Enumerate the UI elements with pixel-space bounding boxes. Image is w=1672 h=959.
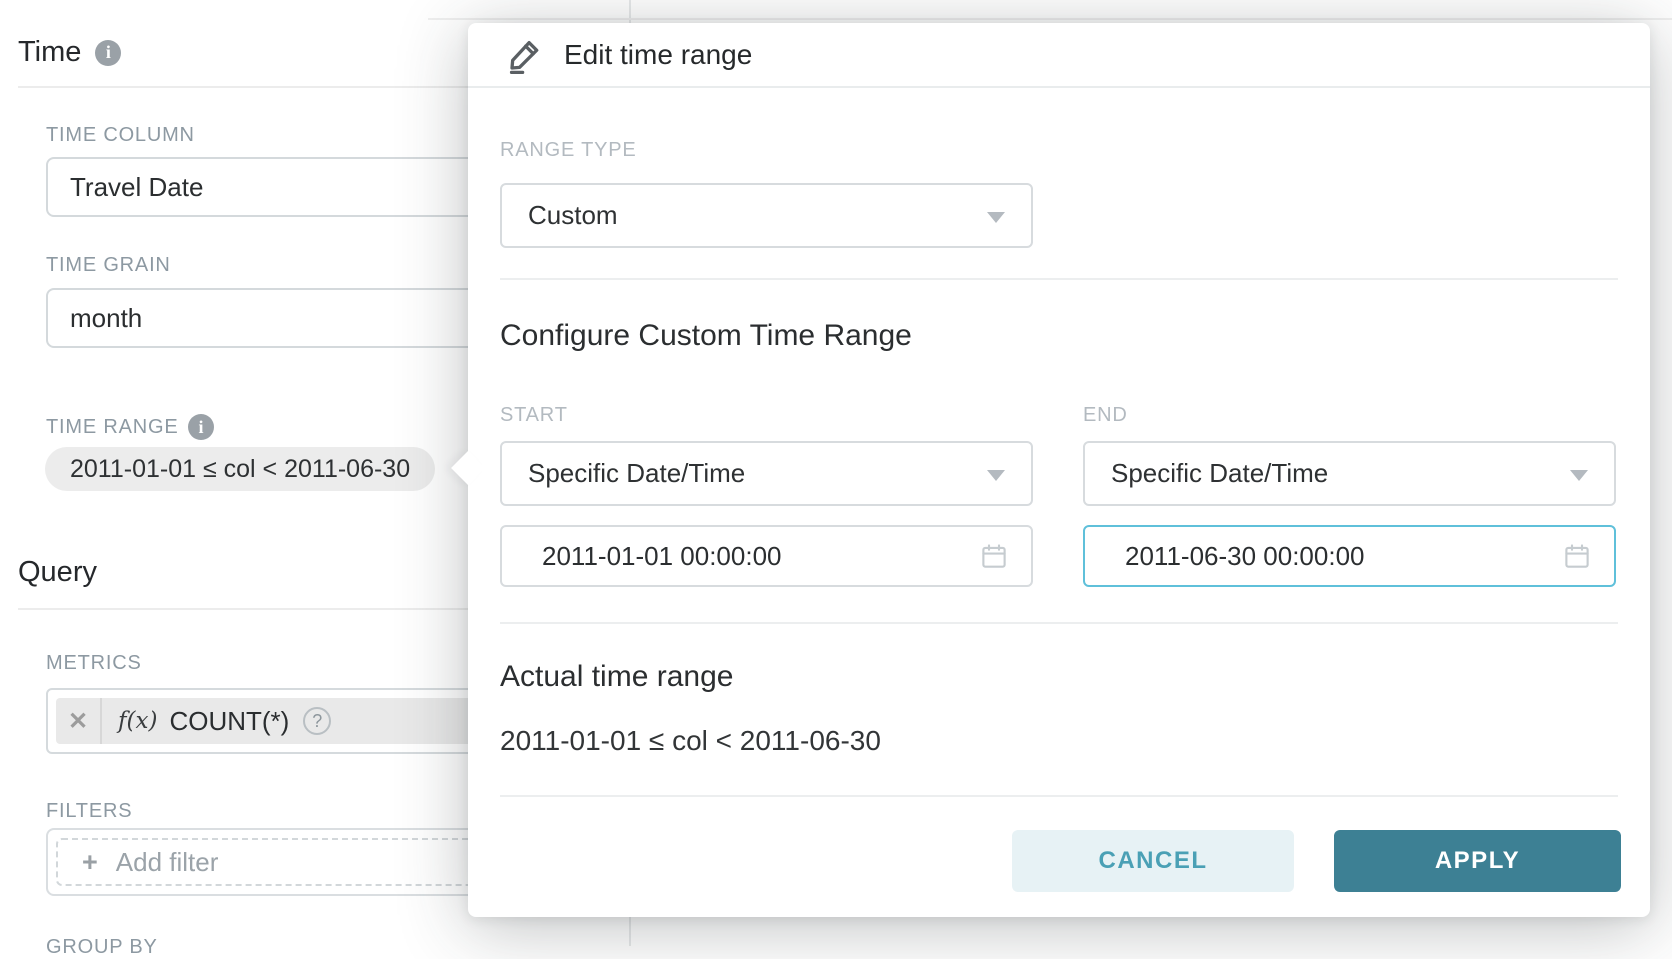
metric-chip-label: COUNT(*) bbox=[169, 706, 289, 737]
start-mode-value: Specific Date/Time bbox=[528, 458, 745, 489]
cancel-button[interactable]: CANCEL bbox=[1012, 830, 1294, 892]
info-icon[interactable]: i bbox=[188, 414, 214, 440]
configure-heading: Configure Custom Time Range bbox=[500, 319, 912, 353]
plus-icon: + bbox=[82, 847, 98, 878]
time-grain-label: TIME GRAIN bbox=[46, 254, 171, 277]
question-circle-icon[interactable]: ? bbox=[303, 707, 331, 735]
popover-arrow bbox=[451, 451, 485, 485]
range-type-label: RANGE TYPE bbox=[500, 139, 637, 162]
popover-divider bbox=[500, 278, 1618, 280]
end-datetime-value: 2011-06-30 00:00:00 bbox=[1125, 541, 1365, 572]
edit-pencil-icon bbox=[506, 36, 544, 74]
range-type-select[interactable]: Custom bbox=[500, 183, 1033, 248]
range-type-value: Custom bbox=[528, 200, 618, 231]
time-range-label: TIME RANGE i bbox=[46, 414, 214, 440]
time-section-title: Time i bbox=[18, 36, 121, 69]
time-range-pill[interactable]: 2011-01-01 ≤ col < 2011-06-30 bbox=[45, 447, 435, 491]
end-mode-value: Specific Date/Time bbox=[1111, 458, 1328, 489]
toolbar-border-line bbox=[428, 18, 1672, 20]
apply-button[interactable]: APPLY bbox=[1334, 830, 1621, 892]
popover-header: Edit time range bbox=[468, 23, 1650, 88]
caret-down-icon bbox=[987, 212, 1005, 223]
end-datetime-input[interactable]: 2011-06-30 00:00:00 bbox=[1083, 525, 1616, 587]
query-section-title: Query bbox=[18, 556, 97, 589]
group-by-label: GROUP BY bbox=[46, 936, 158, 959]
calendar-icon[interactable] bbox=[1562, 541, 1592, 571]
query-section-label: Query bbox=[18, 556, 97, 589]
start-datetime-value: 2011-01-01 00:00:00 bbox=[542, 541, 782, 572]
start-datetime-input[interactable]: 2011-01-01 00:00:00 bbox=[500, 525, 1033, 587]
edit-time-range-popover: Edit time range RANGE TYPE Custom Config… bbox=[468, 23, 1650, 917]
start-label: START bbox=[500, 404, 568, 427]
caret-down-icon bbox=[1570, 470, 1588, 481]
start-mode-select[interactable]: Specific Date/Time bbox=[500, 441, 1033, 506]
popover-divider bbox=[500, 795, 1618, 797]
metrics-label: METRICS bbox=[46, 652, 142, 675]
time-section-label: Time bbox=[18, 36, 81, 69]
end-mode-select[interactable]: Specific Date/Time bbox=[1083, 441, 1616, 506]
calendar-icon[interactable] bbox=[979, 541, 1009, 571]
filters-label: FILTERS bbox=[46, 800, 132, 823]
caret-down-icon bbox=[987, 470, 1005, 481]
popover-divider bbox=[500, 622, 1618, 624]
end-label: END bbox=[1083, 404, 1128, 427]
add-filter-label: Add filter bbox=[116, 847, 219, 878]
function-icon: f(x) bbox=[118, 708, 157, 734]
actual-time-range-value: 2011-01-01 ≤ col < 2011-06-30 bbox=[500, 725, 881, 757]
popover-title: Edit time range bbox=[564, 39, 752, 71]
info-icon[interactable]: i bbox=[95, 40, 121, 66]
actual-time-range-heading: Actual time range bbox=[500, 660, 733, 694]
time-column-label: TIME COLUMN bbox=[46, 124, 195, 147]
superset-explore-page: { "panel": { "time_title": "Time", "time… bbox=[0, 0, 1672, 946]
remove-metric-icon[interactable]: ✕ bbox=[56, 698, 102, 744]
